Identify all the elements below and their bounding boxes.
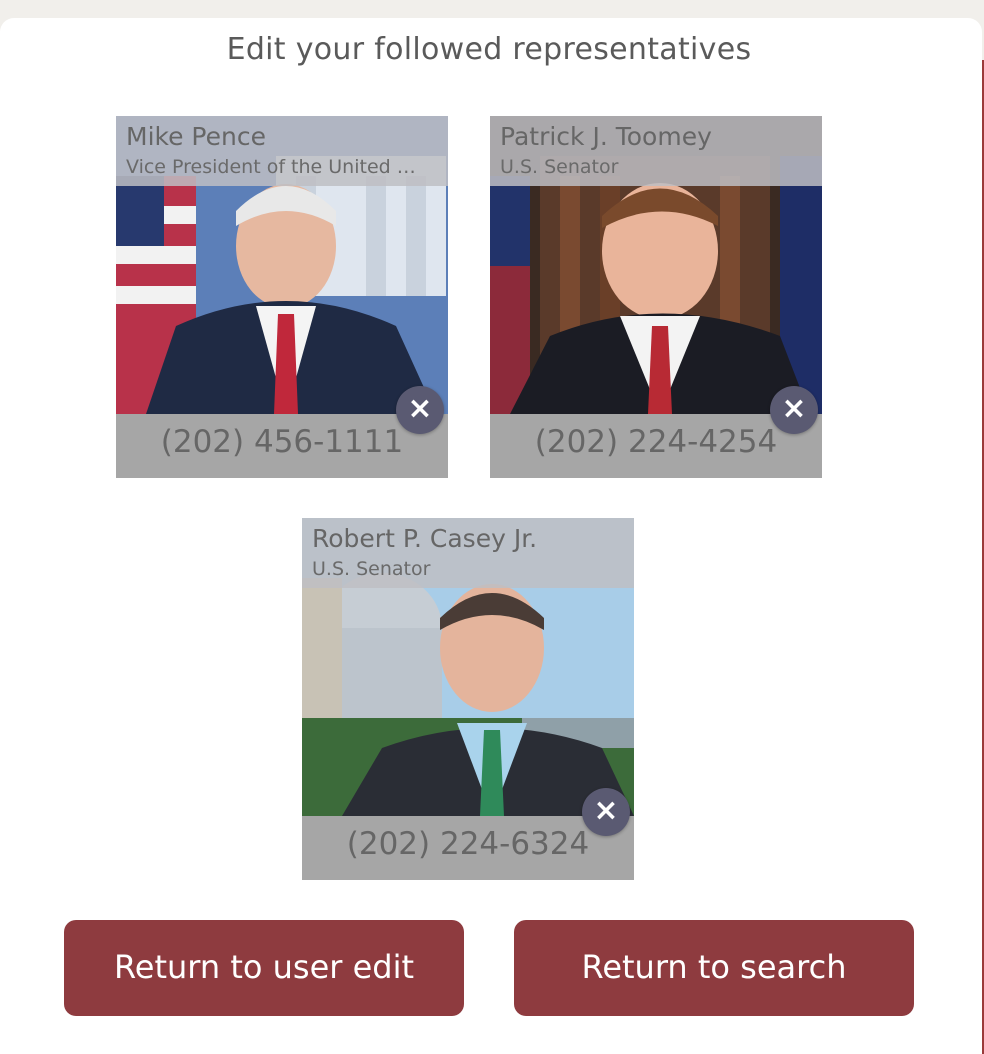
- representative-title: U.S. Senator: [500, 156, 619, 178]
- representative-title: U.S. Senator: [312, 558, 431, 580]
- representative-header: Patrick J. Toomey U.S. Senator: [490, 116, 822, 186]
- representative-header: Robert P. Casey Jr. U.S. Senator: [302, 518, 634, 588]
- return-to-user-edit-button[interactable]: Return to user edit: [64, 920, 464, 1016]
- return-to-search-button[interactable]: Return to search: [514, 920, 914, 1016]
- representative-card: Mike Pence Vice President of the United …: [116, 116, 448, 478]
- representative-card: Patrick J. Toomey U.S. Senator (202) 224…: [490, 116, 822, 478]
- page-title: Edit your followed representatives: [226, 32, 752, 67]
- representative-name: Patrick J. Toomey: [500, 122, 712, 151]
- remove-representative-button[interactable]: ×: [582, 788, 630, 836]
- remove-representative-button[interactable]: ×: [770, 386, 818, 434]
- close-icon: ×: [407, 391, 433, 426]
- representative-name: Mike Pence: [126, 122, 266, 151]
- representative-phone[interactable]: (202) 456-1111: [116, 424, 448, 460]
- representative-title: Vice President of the United …: [126, 156, 416, 178]
- close-icon: ×: [781, 391, 807, 426]
- representative-phone[interactable]: (202) 224-4254: [490, 424, 822, 460]
- representative-card: Robert P. Casey Jr. U.S. Senator (202) 2…: [302, 518, 634, 880]
- phone-bar: (202) 224-6324: [302, 816, 634, 880]
- phone-bar: (202) 224-4254: [490, 414, 822, 478]
- remove-representative-button[interactable]: ×: [396, 386, 444, 434]
- phone-bar: (202) 456-1111: [116, 414, 448, 478]
- representative-name: Robert P. Casey Jr.: [312, 524, 538, 553]
- representative-header: Mike Pence Vice President of the United …: [116, 116, 448, 186]
- representative-phone[interactable]: (202) 224-6324: [302, 826, 634, 862]
- close-icon: ×: [593, 793, 619, 828]
